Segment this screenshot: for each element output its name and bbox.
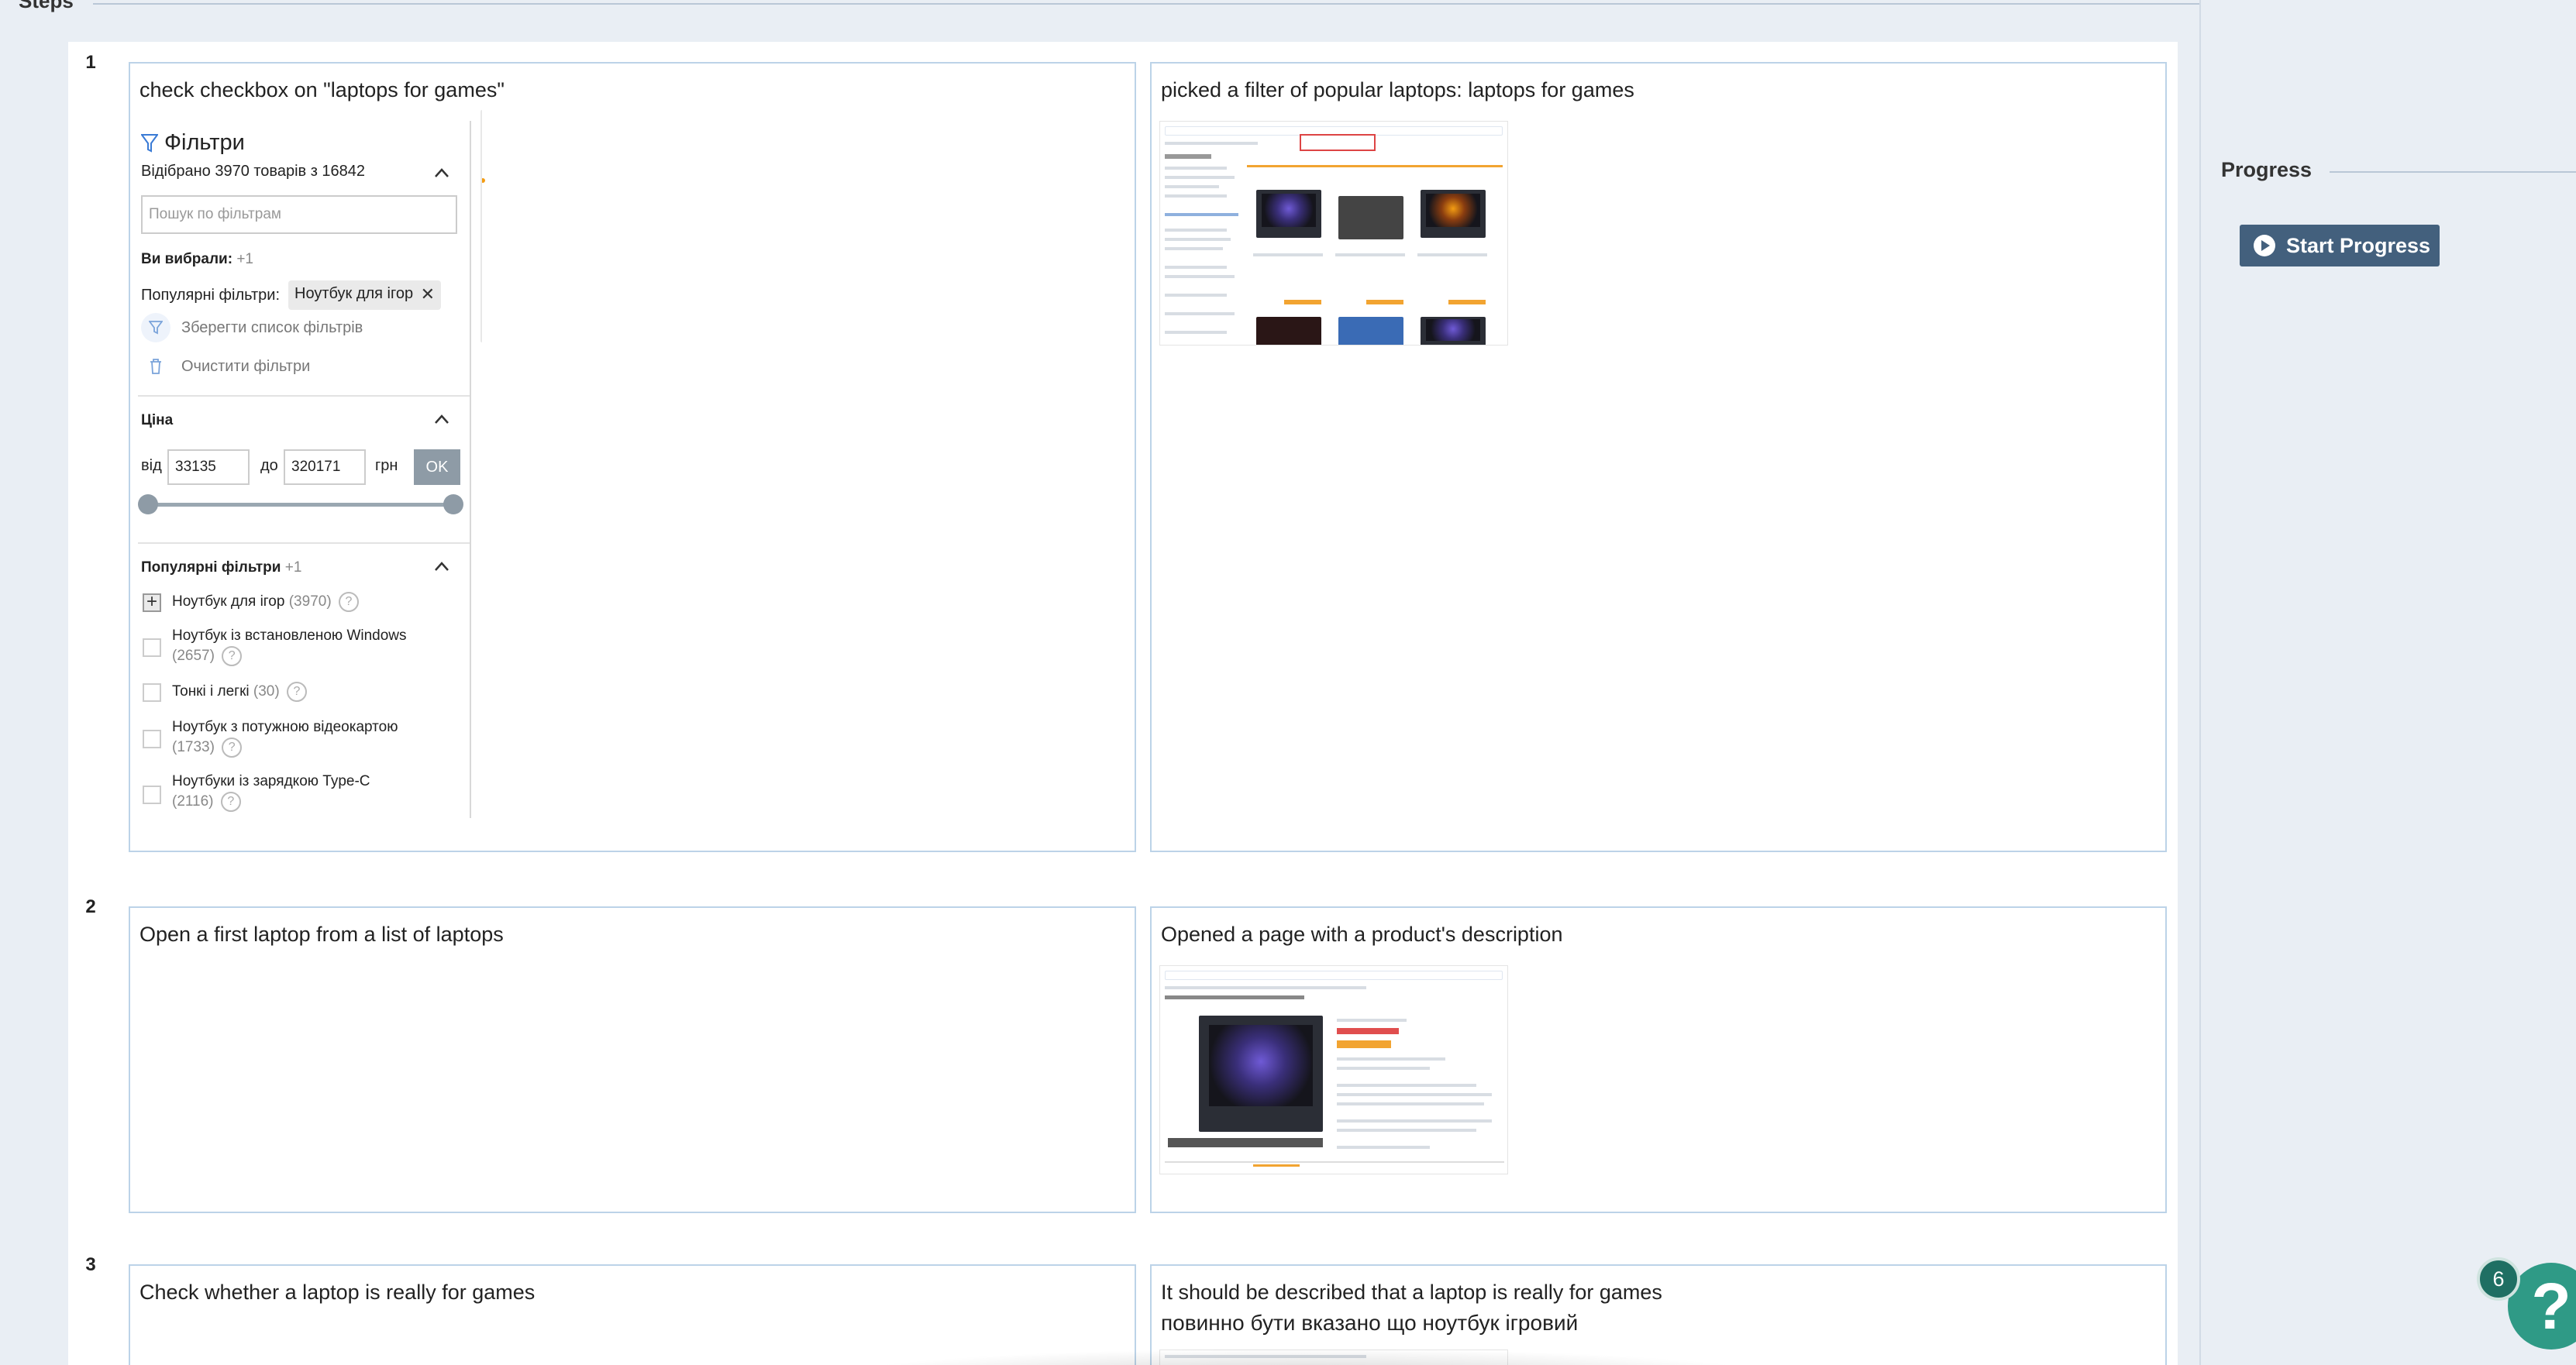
checkbox — [143, 730, 161, 748]
slider-max-handle — [443, 494, 463, 514]
filter-panel-screenshot: Фільтри Відібрано 3970 товарів з 16842 П… — [138, 121, 477, 818]
filter-panel-title: Фільтри — [141, 130, 245, 156]
step-number: 2 — [68, 886, 113, 928]
price-section-title: Ціна — [141, 412, 174, 428]
price-ok-button: OK — [414, 449, 460, 485]
progress-title: Progress — [2221, 158, 2313, 181]
price-slider — [147, 503, 454, 507]
steps-title: Steps — [19, 0, 74, 12]
price-to-input: 320171 — [284, 449, 366, 485]
price-from-label: від — [141, 457, 162, 474]
price-from-input: 33135 — [167, 449, 250, 485]
panel-divider — [470, 121, 471, 818]
step-result-text-ua: повинно бути вказано що ноутбук ігровий — [1161, 1311, 1579, 1335]
chevron-up-icon — [435, 414, 449, 424]
filter-option: Ноутбук з потужною відеокартою (1733) ? — [172, 717, 398, 758]
help-icon: ? — [222, 646, 243, 666]
help-icon: ? — [286, 682, 307, 702]
selected-filter-chip: Ноутбук для ігор ✕ — [288, 280, 442, 310]
popular-filters-label: Популярні фільтри: — [141, 287, 280, 304]
step-result-text: picked a filter of popular laptops: lapt… — [1161, 78, 1634, 101]
help-icon: ? — [338, 592, 359, 612]
play-icon — [2254, 235, 2275, 256]
save-filter-list: Зберегти список фільтрів — [141, 313, 363, 342]
step-action-text: check checkbox on "laptops for games" — [139, 78, 505, 101]
slider-min-handle — [138, 494, 158, 514]
progress-divider — [2330, 171, 2576, 173]
panel-edge — [480, 110, 484, 342]
checkbox — [143, 683, 161, 702]
clear-filters: Очистити фільтри — [141, 352, 310, 381]
question-icon: ? — [2531, 1269, 2571, 1343]
filter-option: Ноутбук із встановленою Windows (2657) ? — [172, 626, 407, 666]
help-icon: ? — [222, 738, 243, 758]
checkbox — [143, 786, 161, 804]
help-icon: ? — [220, 792, 241, 812]
start-progress-label: Start Progress — [2286, 233, 2431, 257]
filter-title-text: Фільтри — [164, 130, 245, 155]
steps-list: 1 check checkbox on "laptops for games" … — [68, 42, 2178, 1365]
funnel-icon — [141, 313, 170, 342]
step-action-card[interactable]: Open a first laptop from a list of lapto… — [129, 906, 1136, 1213]
chevron-up-icon — [435, 562, 449, 571]
step-result-card[interactable]: picked a filter of popular laptops: lapt… — [1150, 62, 2167, 852]
step-number: 1 — [68, 42, 113, 84]
product-page-screenshot — [1159, 965, 1508, 1174]
filter-count-text: Відібрано 3970 товарів з 16842 — [141, 163, 366, 180]
trash-icon — [141, 352, 170, 381]
popular-section-title: Популярні фільтри +1 — [141, 559, 302, 576]
steps-header: Steps — [0, 0, 2201, 12]
funnel-icon — [141, 133, 158, 153]
currency-label: грн — [375, 457, 398, 474]
step-action-text: Check whether a laptop is really for gam… — [139, 1281, 536, 1304]
checkbox — [143, 638, 161, 657]
step-action-text: Open a first laptop from a list of lapto… — [139, 923, 504, 946]
bottom-shadow — [821, 1348, 1790, 1365]
progress-panel: Progress Start Progress — [2199, 0, 2576, 1365]
chevron-up-icon — [435, 168, 449, 177]
filter-option: Тонкі і легкі (30) ? — [172, 682, 307, 702]
step-result-text: Opened a page with a product's descripti… — [1161, 923, 1563, 946]
step-action-card[interactable]: check checkbox on "laptops for games" Фі… — [129, 62, 1136, 852]
filter-option: Ноутбук для ігор (3970) ? — [172, 592, 359, 612]
step-number: 3 — [68, 1244, 113, 1286]
divider — [138, 395, 470, 397]
selected-count: +1 — [236, 251, 253, 267]
close-icon: ✕ — [420, 284, 436, 304]
steps-divider — [93, 3, 2201, 5]
divider — [138, 542, 470, 544]
checkbox-checked — [143, 591, 161, 613]
notification-badge: 6 — [2477, 1257, 2520, 1301]
filter-option: Ноутбуки із зарядкою Type-C (2116) ? — [172, 772, 370, 812]
step-result-card[interactable]: Opened a page with a product's descripti… — [1150, 906, 2167, 1213]
selected-label: Ви вибрали: +1 — [141, 251, 253, 267]
start-progress-button[interactable]: Start Progress — [2240, 225, 2440, 266]
filter-search-input: Пошук по фільтрам — [141, 195, 457, 234]
step-result-text: It should be described that a laptop is … — [1161, 1281, 1662, 1304]
product-listing-screenshot — [1159, 121, 1508, 346]
price-to-label: до — [260, 457, 278, 474]
